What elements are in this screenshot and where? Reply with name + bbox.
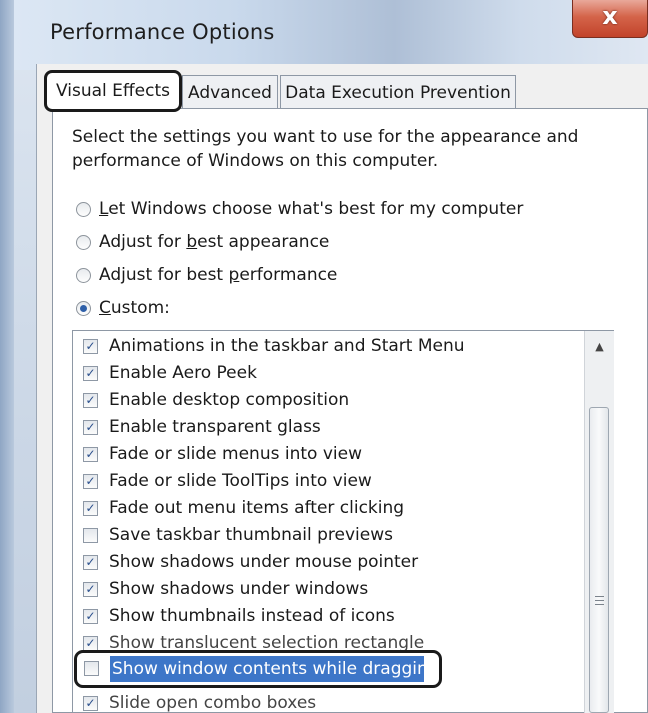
checkbox[interactable]: ✓ (83, 419, 98, 435)
list-item-label: Enable Aero Peek (109, 363, 257, 383)
list-item[interactable]: ✓ Fade or slide ToolTips into view (83, 468, 372, 494)
tab-visual-effects[interactable]: Visual Effects (44, 70, 182, 112)
checkbox[interactable]: ✓ (83, 581, 98, 597)
list-item[interactable]: ✓ Show shadows under mouse pointer (83, 549, 418, 575)
checkbox[interactable]: ✓ (83, 554, 98, 570)
scroll-up-arrow-icon[interactable]: ▲ (585, 331, 614, 361)
list-item[interactable]: ✓ Show shadows under windows (83, 576, 368, 602)
checkbox[interactable]: ✓ (83, 473, 98, 489)
scroll-thumb[interactable] (589, 407, 609, 713)
window-left-edge (0, 0, 14, 713)
list-item[interactable]: ✓ Enable desktop composition (83, 387, 349, 413)
settings-description: Select the settings you want to use for … (72, 127, 579, 171)
radio-button[interactable] (76, 267, 91, 283)
list-item-label: Show shadows under mouse pointer (109, 552, 419, 572)
radio-let-windows-choose[interactable]: Let Windows choose what's best for my co… (76, 196, 523, 222)
radio-label: Adjust for best performance (99, 265, 338, 285)
list-item[interactable]: ✓ Animations in the taskbar and Start Me… (83, 333, 465, 359)
checkbox[interactable]: ✓ (83, 635, 98, 651)
list-scrollbar[interactable]: ▲ (584, 331, 614, 713)
close-icon: x (602, 2, 618, 30)
radio-best-performance[interactable]: Adjust for best performance (76, 262, 337, 288)
checkbox[interactable]: ✓ (83, 365, 98, 381)
list-item-label: Save taskbar thumbnail previews (109, 525, 393, 545)
list-item[interactable]: ✓ Slide open combo boxes (83, 690, 317, 713)
window-title: Performance Options (50, 20, 275, 44)
tab-data-execution-prevention[interactable]: Data Execution Prevention (280, 75, 516, 109)
list-item-label: Animations in the taskbar and Start Menu (109, 336, 465, 356)
radio-button[interactable] (76, 201, 91, 217)
list-item-label: Fade out menu items after clicking (109, 498, 405, 518)
checkbox[interactable]: ✓ (83, 392, 98, 408)
checkbox[interactable]: ✓ (83, 446, 98, 462)
list-item-label: Show thumbnails instead of icons (109, 606, 395, 626)
list-item-label: Fade or slide ToolTips into view (109, 471, 372, 491)
tab-advanced[interactable]: Advanced (182, 75, 278, 109)
checkbox-show-window-contents[interactable] (84, 661, 99, 676)
list-item-label: Show shadows under windows (109, 579, 369, 599)
radio-button[interactable] (76, 234, 91, 250)
list-item-label: Enable transparent glass (109, 417, 321, 437)
radio-label: Custom: (99, 298, 170, 318)
list-item[interactable]: Save taskbar thumbnail previews (83, 522, 393, 548)
list-item[interactable]: ✓ Fade or slide menus into view (83, 441, 362, 467)
title-bar[interactable]: Performance Options (14, 0, 648, 70)
list-item[interactable]: ✓ Show thumbnails instead of icons (83, 603, 395, 629)
list-item-label: Fade or slide menus into view (109, 444, 362, 464)
grip-icon (595, 596, 604, 605)
radio-button-selected[interactable] (76, 300, 91, 316)
radio-custom[interactable]: Custom: (76, 295, 170, 321)
list-item[interactable]: ✓ Fade out menu items after clicking (83, 495, 404, 521)
checkbox[interactable]: ✓ (83, 695, 98, 711)
list-item-label: Slide open combo boxes (109, 693, 317, 713)
checkbox[interactable]: ✓ (83, 608, 98, 624)
radio-label: Let Windows choose what's best for my co… (99, 199, 524, 219)
radio-best-appearance[interactable]: Adjust for best appearance (76, 229, 329, 255)
checkbox[interactable]: ✓ (83, 338, 98, 354)
checkbox[interactable]: ✓ (83, 500, 98, 516)
list-item-label: Enable desktop composition (109, 390, 350, 410)
list-item-selected-label[interactable]: Show window contents while dragging (112, 656, 439, 682)
list-item[interactable]: ✓ Enable Aero Peek (83, 360, 257, 386)
list-item[interactable]: ✓ Enable transparent glass (83, 414, 321, 440)
checkbox[interactable] (83, 527, 98, 543)
radio-label: Adjust for best appearance (99, 232, 330, 252)
close-button[interactable]: x (572, 0, 648, 38)
